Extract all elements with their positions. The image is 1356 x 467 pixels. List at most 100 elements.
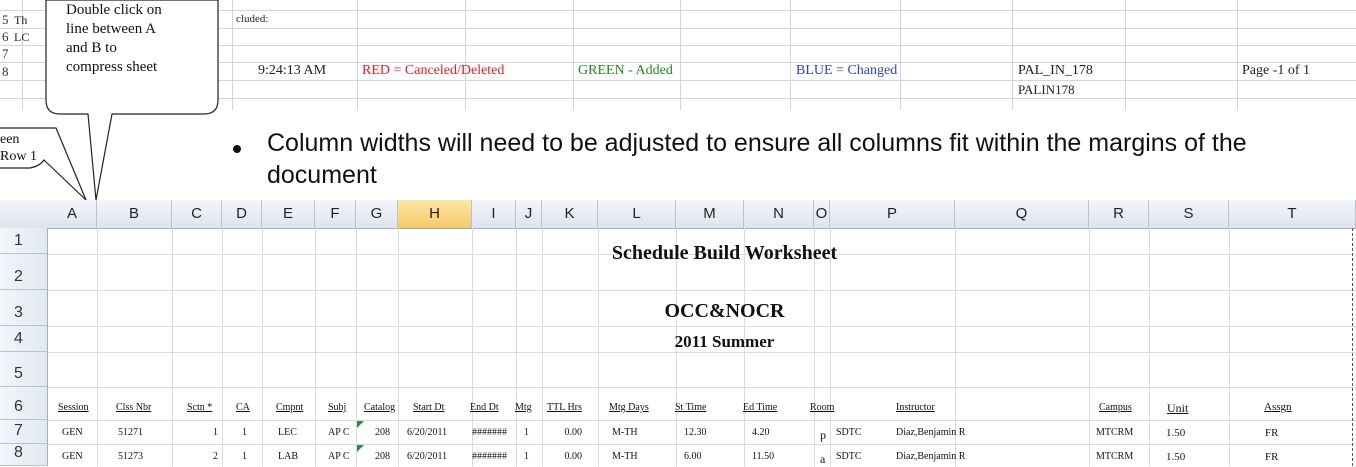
report-id-1: PAL_IN_178 <box>1018 63 1093 78</box>
cell-subj[interactable]: AP C <box>328 427 350 438</box>
cell-subj[interactable]: AP C <box>328 451 350 462</box>
cell-unit[interactable]: 1.50 <box>1166 451 1185 463</box>
cell-ttl[interactable]: 0.00 <box>562 451 583 462</box>
cell-clss[interactable]: 51273 <box>118 451 143 462</box>
row-number: 6 <box>14 398 23 415</box>
cell-sctn[interactable]: 1 <box>198 427 218 438</box>
row-number: 2 <box>14 268 23 285</box>
cell-days[interactable]: M-TH <box>612 427 638 438</box>
title-line-3: 2011 Summer <box>674 332 775 351</box>
row-number: 8 <box>14 444 23 461</box>
row-number: 1 <box>14 232 23 249</box>
hdr-end-dt: End Dt <box>470 402 499 413</box>
cell-cmpnt[interactable]: LAB <box>278 451 298 462</box>
cell-session[interactable]: GEN <box>62 451 83 462</box>
hdr-ttl-hrs: TTL Hrs <box>547 402 582 413</box>
cell-room[interactable]: SDTC <box>836 427 862 438</box>
row-header-5[interactable]: 5 <box>0 352 48 387</box>
grid-hline <box>48 387 1356 388</box>
row-header-1[interactable]: 1 <box>0 228 48 254</box>
cell-end[interactable]: ####### <box>472 427 507 438</box>
page-break-line <box>1352 228 1353 466</box>
callout-partial-line-2: Row 1 <box>0 149 37 164</box>
column-header-n[interactable]: N <box>744 200 814 228</box>
cell-campus[interactable]: MTCRM <box>1096 451 1133 462</box>
hdr-subj: Subj <box>328 402 347 413</box>
cell-ttl[interactable]: 0.00 <box>562 427 583 438</box>
column-header-s[interactable]: S <box>1149 200 1229 228</box>
cell-st[interactable]: 12.30 <box>684 427 707 438</box>
cell-ca[interactable]: 1 <box>227 427 247 438</box>
row-header-6[interactable]: 6 <box>0 387 48 420</box>
hdr-mtg-days: Mtg Days <box>609 402 649 413</box>
cell-instr[interactable]: Diaz,Benjamin R <box>896 427 965 438</box>
hdr-start-dt: Start Dt <box>413 402 445 413</box>
hdr-clss-nbr: Clss Nbr <box>116 402 152 413</box>
cell-mtg[interactable]: 1 <box>524 427 529 438</box>
column-header-k[interactable]: K <box>542 200 598 228</box>
title-line-2: OCC&NOCR <box>664 300 785 322</box>
hdr-sctn: Sctn * <box>187 402 213 413</box>
cell-catalog[interactable]: 208 <box>375 427 390 438</box>
report-time: 9:24:13 AM <box>258 63 327 78</box>
grid-hline <box>48 326 1356 327</box>
grid-hline <box>48 352 1356 353</box>
column-header-a[interactable]: A <box>48 200 97 228</box>
cell-ed[interactable]: 11.50 <box>752 451 774 462</box>
hdr-st-time: St Time <box>675 402 707 413</box>
cell-days[interactable]: M-TH <box>612 451 638 462</box>
column-header-l[interactable]: L <box>598 200 676 228</box>
cell-start[interactable]: 6/20/2011 <box>407 451 447 462</box>
cell-cmpnt[interactable]: LEC <box>278 427 297 438</box>
column-header-d[interactable]: D <box>222 200 262 228</box>
column-header-f[interactable]: F <box>315 200 356 228</box>
cell-ap[interactable]: p <box>820 428 826 443</box>
cell-unit[interactable]: 1.50 <box>1166 427 1185 439</box>
row-header-8[interactable]: 8 <box>0 444 48 466</box>
cell-campus[interactable]: MTCRM <box>1096 427 1133 438</box>
row-header-7[interactable]: 7 <box>0 420 48 444</box>
column-header-t[interactable]: T <box>1229 200 1356 228</box>
column-header-j[interactable]: J <box>516 200 542 228</box>
cell-sctn[interactable]: 2 <box>198 451 218 462</box>
legend-green: GREEN - Added <box>578 63 673 78</box>
cell-start[interactable]: 6/20/2011 <box>407 427 447 438</box>
column-header-e[interactable]: E <box>262 200 315 228</box>
row-header-2[interactable]: 2 <box>0 254 48 290</box>
error-indicator-icon <box>357 445 364 452</box>
row-header-4[interactable]: 4 <box>0 326 48 352</box>
column-header-r[interactable]: R <box>1089 200 1149 228</box>
hdr-assgn: Assgn <box>1264 401 1292 413</box>
legend-red: RED = Canceled/Deleted <box>362 63 505 78</box>
cell-assgn[interactable]: FR <box>1265 427 1278 439</box>
cell-mtg[interactable]: 1 <box>524 451 529 462</box>
cell-end[interactable]: ####### <box>472 451 507 462</box>
column-header-i[interactable]: I <box>472 200 516 228</box>
cell-ed[interactable]: 4.20 <box>752 427 770 438</box>
cell-assgn[interactable]: FR <box>1265 451 1278 463</box>
row-header-3[interactable]: 3 <box>0 290 48 326</box>
column-header-p[interactable]: P <box>830 200 955 228</box>
cell-instr[interactable]: Diaz,Benjamin R <box>896 451 965 462</box>
error-indicator-icon <box>357 421 364 428</box>
grid-hline <box>48 444 1356 445</box>
cell-ca[interactable]: 1 <box>227 451 247 462</box>
column-header-o[interactable]: O <box>814 200 830 228</box>
column-header-b[interactable]: B <box>97 200 172 228</box>
column-header-h[interactable]: H <box>398 200 472 228</box>
cell-session[interactable]: GEN <box>62 427 83 438</box>
cell-clss[interactable]: 51271 <box>118 427 143 438</box>
cell-room[interactable]: SDTC <box>836 451 862 462</box>
cell-st[interactable]: 6.00 <box>684 451 702 462</box>
hdr-campus: Campus <box>1099 402 1132 413</box>
column-header-m[interactable]: M <box>676 200 744 228</box>
column-header-g[interactable]: G <box>356 200 398 228</box>
column-header-q[interactable]: Q <box>955 200 1089 228</box>
column-header-c[interactable]: C <box>172 200 222 228</box>
row-number: 4 <box>14 330 23 347</box>
cell-ap[interactable]: a <box>820 452 825 467</box>
cell-catalog[interactable]: 208 <box>375 451 390 462</box>
row-number: 3 <box>14 304 23 321</box>
callout-compress-line-3: and B to <box>66 40 117 56</box>
hdr-mtg: Mtg <box>515 402 532 413</box>
